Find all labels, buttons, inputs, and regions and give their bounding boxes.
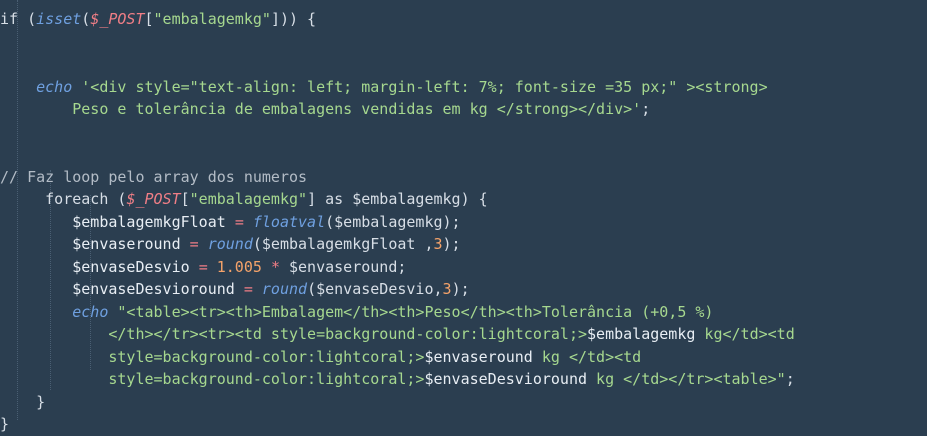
code-token: ] as $embalagemkg) { (307, 190, 488, 208)
code-token: $envaseround; (279, 257, 407, 276)
code-token: $_POST (126, 190, 181, 208)
code-lines[interactable]: if (isset($_POST["embalagemkg"])) { echo… (0, 8, 795, 436)
code-token: "<table><tr><th>Embalagem</th><th>Peso</… (117, 302, 714, 321)
code-line[interactable]: echo '<div style="text-align: left; marg… (0, 76, 795, 99)
code-token: ($embalagemkg); (325, 212, 461, 231)
code-line[interactable]: style=background-color:lightcoral;>$enva… (0, 368, 795, 391)
code-token: $envaseround (424, 347, 533, 366)
code-token: </th></tr><tr><td style=background-color… (108, 325, 588, 343)
code-token: Peso e tolerância de embalagens vendidas… (72, 100, 642, 118)
code-token: foreach ( (45, 190, 127, 208)
code-token: ); (442, 235, 461, 253)
code-token: isset (36, 10, 82, 28)
code-token: ); (451, 280, 470, 298)
code-token: echo (36, 77, 73, 96)
code-token: = (243, 280, 253, 298)
code-token: ( (81, 10, 91, 28)
code-line[interactable]: } (0, 391, 795, 414)
code-token: = (198, 257, 208, 276)
code-token: floatval (252, 212, 326, 231)
code-token: ; (641, 100, 651, 118)
code-token: kg </td><td (532, 347, 642, 366)
code-token: kg</td><td (695, 325, 795, 343)
code-token: echo (72, 302, 109, 321)
code-token: 3 (442, 280, 452, 298)
code-token: round (207, 235, 253, 253)
code-token: 3 (433, 235, 443, 253)
code-token: "embalagemkg" (189, 190, 308, 208)
code-token: $embalagemkgFloat (72, 212, 235, 231)
code-line[interactable]: </th></tr><tr><td style=background-color… (0, 323, 795, 346)
code-token: [ (144, 10, 154, 28)
code-token: $envaseDesvioround (424, 370, 588, 388)
code-token: [ (180, 190, 190, 208)
code-line[interactable]: // Faz loop pelo array dos numeros (0, 166, 795, 189)
code-token: "embalagemkg" (153, 10, 271, 28)
code-line[interactable]: $envaseDesvioround = round($envaseDesvio… (0, 278, 795, 301)
code-token: $_POST (90, 10, 145, 28)
code-line[interactable]: $envaseDesvio = 1.005 * $envaseround; (0, 256, 795, 279)
code-token: $embalagemkg (587, 325, 696, 343)
code-line[interactable]: if (isset($_POST["embalagemkg"])) { (0, 8, 795, 31)
code-token: ])) { (270, 10, 317, 28)
code-line[interactable]: } (0, 413, 795, 436)
code-line[interactable]: echo "<table><tr><th>Embalagem</th><th>P… (0, 301, 795, 324)
code-line[interactable] (0, 121, 795, 144)
code-token: ($embalagemkgFloat , (252, 235, 434, 253)
code-line[interactable]: Peso e tolerância de embalagens vendidas… (0, 98, 795, 121)
code-token: if ( (0, 10, 37, 28)
code-token: kg </td></tr><table>" (587, 370, 786, 388)
code-token: style=background-color:lightcoral;> (108, 347, 425, 366)
code-token: '<div style="text-align: left; margin-le… (81, 77, 768, 96)
code-token: $envaseDesvio (72, 257, 199, 276)
code-token: ; (785, 370, 795, 388)
code-token: } (0, 415, 10, 433)
code-line[interactable]: $envaseround = round($embalagemkgFloat ,… (0, 233, 795, 256)
code-token: * (270, 257, 280, 276)
code-line[interactable] (0, 143, 795, 166)
code-token: } (36, 392, 46, 411)
code-token: = (189, 235, 199, 253)
code-line[interactable]: style=background-color:lightcoral;>$enva… (0, 346, 795, 369)
code-token: $envaseDesvioround (72, 280, 244, 298)
code-token: 1.005 (216, 257, 262, 276)
code-token: = (234, 212, 244, 231)
code-token: round (261, 280, 308, 298)
code-line[interactable]: foreach ($_POST["embalagemkg"] as $embal… (0, 188, 795, 211)
code-editor[interactable]: if (isset($_POST["embalagemkg"])) { echo… (0, 0, 927, 433)
code-line[interactable] (0, 31, 795, 54)
code-token: style=background-color:lightcoral;> (108, 370, 425, 388)
code-token: $envaseround (72, 235, 190, 253)
code-token: // Faz loop pelo array dos numeros (0, 167, 308, 186)
code-token: ($envaseDesvio, (307, 280, 443, 298)
code-line[interactable] (0, 53, 795, 76)
code-line[interactable]: $embalagemkgFloat = floatval($embalagemk… (0, 211, 795, 234)
